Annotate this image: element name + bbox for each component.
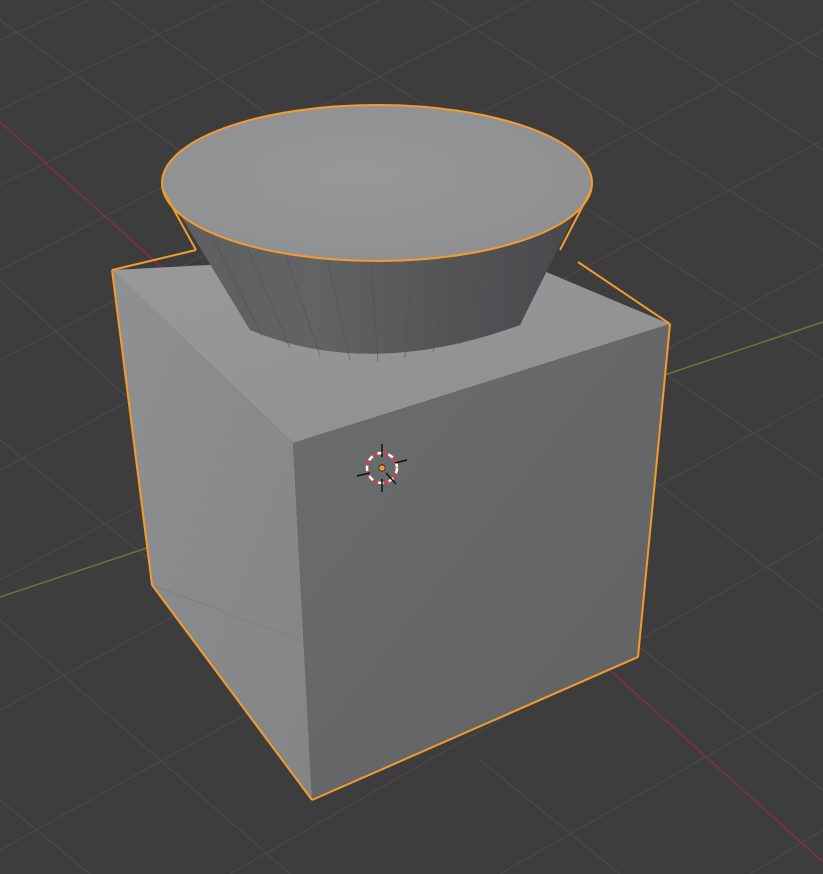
3d-viewport[interactable] xyxy=(0,0,823,874)
viewport-canvas[interactable] xyxy=(0,0,823,874)
object-origin-icon xyxy=(378,464,386,472)
cone-top-face[interactable] xyxy=(162,105,592,261)
